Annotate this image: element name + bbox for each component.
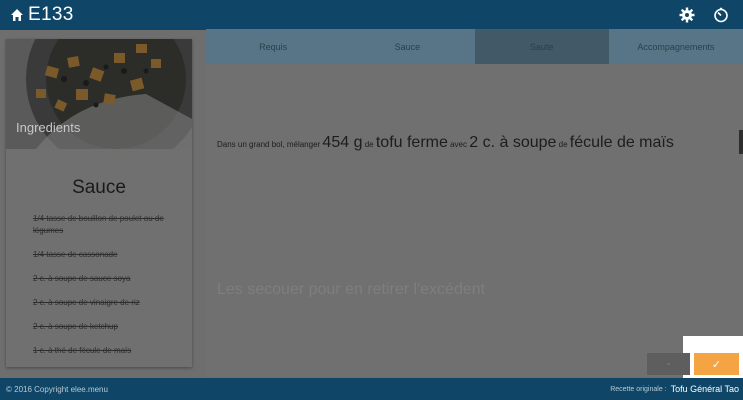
previous-step-button[interactable]: - <box>647 353 690 375</box>
ingredient-list: 1/4 tasse de bouillon de poulet ou de lé… <box>6 213 192 357</box>
instruction-panel: Dans un grand bol, mélanger 454 g de tof… <box>206 64 743 377</box>
copyright: © 2016 Copyright elee.menu <box>6 384 108 394</box>
home-icon[interactable] <box>10 8 24 22</box>
confirm-step-button[interactable]: ✓ <box>694 353 739 375</box>
ingredients-card: Ingredients Sauce 1/4 tasse de bouillon … <box>6 39 192 367</box>
recipe-source-label: Recette originale : <box>610 385 667 393</box>
ingredient-item[interactable]: 2 c. à soupe de vinaigre de riz <box>33 297 170 309</box>
section-title: Sauce <box>72 177 126 198</box>
next-instruction: Les secouer pour en retirer l'excédent <box>217 281 486 298</box>
quantity: 2 c. à soupe <box>469 134 557 151</box>
footer: © 2016 Copyright elee.menu Recette origi… <box>0 378 743 400</box>
timer-icon[interactable] <box>713 7 729 23</box>
app-title: E133 <box>28 4 74 25</box>
ingredient-name: tofu ferme <box>375 134 448 151</box>
ingredients-image: Ingredients <box>6 39 192 149</box>
tab-accompagnements[interactable]: Accompagnements <box>609 29 743 64</box>
quantity: 454 g <box>322 134 363 151</box>
tab-sauce[interactable]: Sauce <box>340 29 474 64</box>
ingredient-item[interactable]: 1/4 tasse de bouillon de poulet ou de lé… <box>33 213 170 237</box>
connector: avec <box>450 140 468 149</box>
tab-requis[interactable]: Requis <box>206 29 340 64</box>
gear-icon[interactable] <box>679 7 695 23</box>
ingredients-label: Ingredients <box>16 120 81 135</box>
step-tabs: Requis Sauce Saute Accompagnements <box>206 29 743 64</box>
ingredient-item[interactable]: 2 c. à soupe de ketchup <box>33 321 170 333</box>
ingredient-item[interactable]: 2 c. à soupe de sauce soya <box>33 273 170 285</box>
recipe-source-link[interactable]: Tofu Général Tao <box>671 384 739 394</box>
tab-saute[interactable]: Saute <box>474 29 609 64</box>
current-instruction: Dans un grand bol, mélanger 454 g de tof… <box>217 134 737 152</box>
top-bar: E133 <box>0 0 743 30</box>
recipe-source: Recette originale : Tofu Général Tao <box>610 384 739 394</box>
topbar-actions <box>679 7 729 23</box>
scroll-handle[interactable] <box>739 130 743 154</box>
instruction-prefix: Dans un grand bol, mélanger <box>217 140 321 149</box>
connector: de <box>558 140 568 149</box>
connector: de <box>364 140 374 149</box>
ingredient-name: fécule de maïs <box>569 134 674 151</box>
ingredient-item[interactable]: 1 c. à thé de fécule de maïs <box>33 345 170 357</box>
ingredient-item[interactable]: 1/4 tasse de cassonade <box>33 249 170 261</box>
